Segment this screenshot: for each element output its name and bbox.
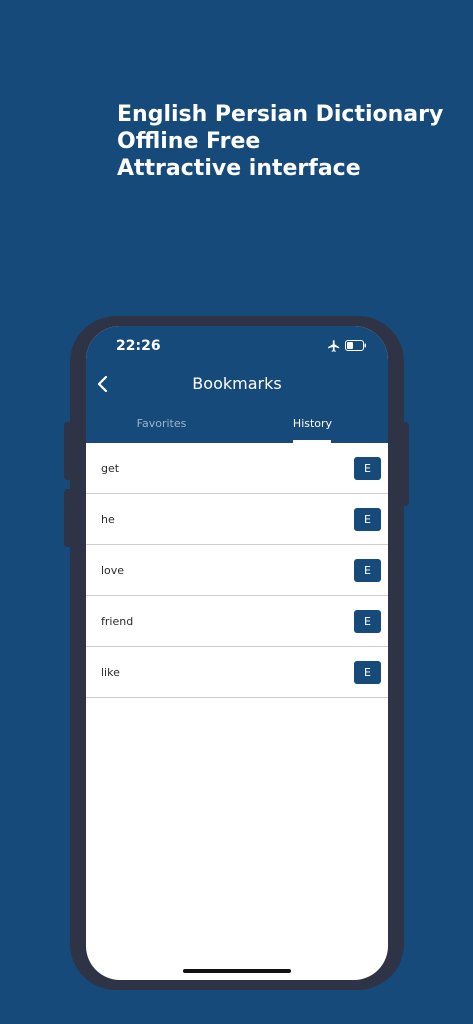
promo-line-2: Offline Free — [117, 129, 261, 154]
airplane-icon — [328, 340, 340, 352]
language-toggle-button[interactable]: E — [354, 610, 381, 633]
phone-side-button-left-bottom — [64, 489, 72, 547]
language-toggle-button[interactable]: E — [354, 457, 381, 480]
phone-side-button-left-top — [64, 422, 72, 480]
list-item[interactable]: like E — [86, 647, 388, 698]
list-item-word: he — [101, 513, 115, 526]
list-item-word: love — [101, 564, 125, 577]
page-title: Bookmarks — [192, 374, 282, 393]
language-toggle-button[interactable]: E — [354, 559, 381, 582]
promo-line-1: English Persian Dictionary — [117, 102, 444, 127]
battery-icon — [345, 340, 366, 351]
home-indicator[interactable] — [183, 969, 291, 973]
list-item[interactable]: get E — [86, 443, 388, 494]
list-item-word: friend — [101, 615, 134, 628]
list-item[interactable]: love E — [86, 545, 388, 596]
list-item[interactable]: friend E — [86, 596, 388, 647]
promo-headline: English Persian Dictionary Offline Free … — [117, 101, 443, 182]
tab-favorites[interactable]: Favorites — [86, 417, 237, 430]
phone-screen: 22:26 Bookmarks Favorites History get E … — [86, 326, 388, 980]
history-list: get E he E love E friend E like E — [86, 443, 388, 698]
phone-side-button-right — [402, 422, 409, 506]
status-time: 22:26 — [116, 338, 161, 354]
list-item[interactable]: he E — [86, 494, 388, 545]
app-header: 22:26 Bookmarks Favorites History — [86, 326, 388, 443]
language-toggle-button[interactable]: E — [354, 661, 381, 684]
promo-line-3: Attractive interface — [117, 156, 361, 181]
language-toggle-button[interactable]: E — [354, 508, 381, 531]
list-item-word: like — [101, 666, 120, 679]
tab-history[interactable]: History — [237, 417, 388, 430]
list-item-word: get — [101, 462, 120, 475]
